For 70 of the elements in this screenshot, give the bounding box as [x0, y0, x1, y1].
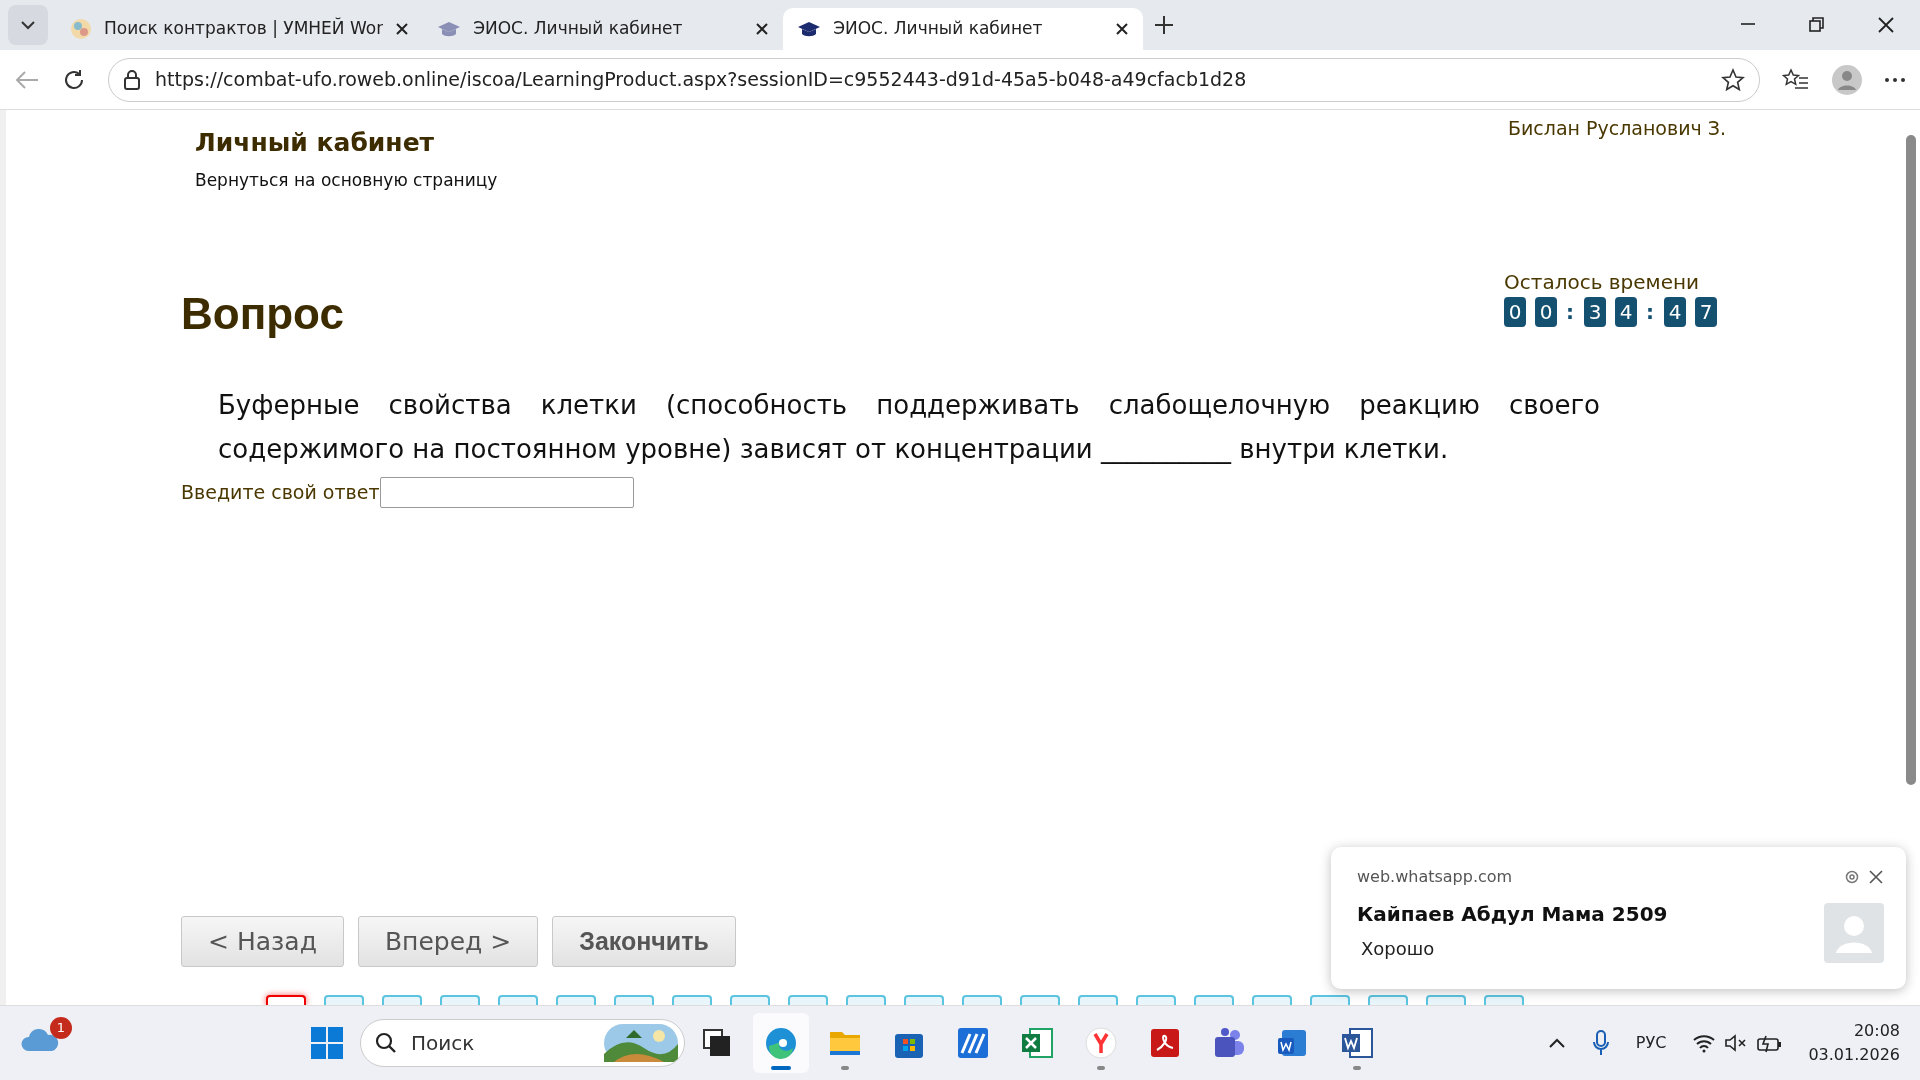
- graduation-cap-icon: [437, 20, 462, 38]
- clock-date[interactable]: 03.01.2026: [1808, 1043, 1900, 1067]
- user-name: Бислан Русланович З.: [1507, 116, 1726, 141]
- wifi-icon[interactable]: [1692, 1033, 1717, 1053]
- question-text: Буферные свойства клетки (способность поддерживать слабощелочную реакцию своего содержимого на постоянном уровне) зависят от концентрации __________ внутри клетки.: [218, 389, 1600, 466]
- microphone-icon[interactable]: [1591, 1030, 1610, 1056]
- timer-digit: 3: [1584, 297, 1606, 327]
- browser-tab[interactable]: ЭИОС. Личный кабинет: [783, 8, 1144, 50]
- notification-badge: 1: [50, 1016, 72, 1039]
- start-icon[interactable]: [310, 1026, 344, 1060]
- star-icon[interactable]: [1721, 67, 1745, 92]
- nav-button[interactable]: Закончить: [552, 916, 736, 967]
- lock-icon: [123, 68, 141, 91]
- avatar-icon: [1824, 903, 1884, 963]
- url-text: https://combat-ufo.roweb.online/iscoa/LearningProduct.aspx?sessionID=c9552443-d91d-45a5-b048-a49cfacb1d28: [155, 67, 1248, 93]
- back-link[interactable]: Вернуться на основную страницу: [195, 167, 498, 193]
- document-icon[interactable]: [1340, 1026, 1374, 1060]
- close-icon[interactable]: [1868, 869, 1884, 885]
- notification-source: web.whatsapp.com: [1357, 866, 1513, 888]
- speaker-muted-icon[interactable]: [1724, 1033, 1749, 1053]
- language-indicator[interactable]: РУС: [1635, 1031, 1667, 1055]
- nav-button[interactable]: Вперед >: [357, 916, 539, 967]
- timer-digit: 4: [1615, 297, 1637, 327]
- nav-button[interactable]: < Назад: [181, 916, 344, 967]
- new-tab-icon[interactable]: [1153, 14, 1176, 36]
- close-icon[interactable]: [1875, 15, 1896, 35]
- battery-icon[interactable]: [1756, 1033, 1783, 1053]
- scroll-thumb[interactable]: [1906, 135, 1916, 785]
- favorites-icon[interactable]: [1782, 67, 1810, 92]
- people-icon[interactable]: [1212, 1026, 1246, 1060]
- answer-label: Введите свой ответ: [181, 480, 380, 506]
- stripes-icon[interactable]: [956, 1026, 990, 1060]
- close-icon[interactable]: [755, 22, 770, 36]
- chevron-down-icon: [20, 20, 36, 30]
- back-arrow-icon[interactable]: [14, 68, 40, 91]
- answer-field[interactable]: [379, 477, 634, 508]
- cloud-icon[interactable]: [20, 1026, 60, 1053]
- close-icon[interactable]: [1115, 22, 1130, 36]
- graduation-cap-icon: [797, 20, 822, 38]
- timer-separator: :: [1566, 299, 1574, 326]
- spreadsheet-icon[interactable]: [1020, 1026, 1054, 1060]
- search-icon: [375, 1032, 397, 1054]
- more-icon[interactable]: [1884, 76, 1906, 83]
- profile-avatar-icon[interactable]: [1832, 64, 1862, 95]
- timer-digit: 4: [1664, 297, 1686, 327]
- notification-message: Хорошо: [1361, 937, 1436, 961]
- timer-digit: 0: [1535, 297, 1557, 327]
- question-tab[interactable]: [266, 995, 306, 1005]
- settings-icon[interactable]: [1844, 869, 1860, 885]
- swirl-icon[interactable]: [764, 1026, 798, 1060]
- timer-label: Осталось времени: [1504, 269, 1701, 296]
- browser-tab[interactable]: ЭИОС. Личный кабинет: [423, 8, 784, 50]
- logo-icon[interactable]: [1084, 1026, 1118, 1060]
- clock-time[interactable]: 20:08: [1808, 1019, 1900, 1043]
- restore-icon[interactable]: [1806, 15, 1827, 35]
- tab-list-button[interactable]: [8, 5, 48, 45]
- document-icon[interactable]: [1148, 1026, 1182, 1060]
- refresh-icon[interactable]: [62, 67, 86, 92]
- search-field[interactable]: Поиск: [360, 1019, 685, 1067]
- close-icon[interactable]: [395, 22, 410, 36]
- timer-separator: :: [1646, 299, 1654, 326]
- browser-tab[interactable]: Поиск контрактов | УМНЕЙ Wor: [56, 8, 424, 50]
- timer-digit: 7: [1695, 297, 1717, 327]
- chevron-up-icon[interactable]: [1547, 1037, 1566, 1049]
- globe-icon: [70, 18, 92, 40]
- search-placeholder: Поиск: [411, 1030, 476, 1057]
- page-title: Личный кабинет: [195, 127, 436, 159]
- question-heading: Вопрос: [181, 288, 344, 341]
- notification-title: Кайпаев Абдул Мама 2509: [1357, 901, 1669, 928]
- timer-digit: 0: [1504, 297, 1526, 327]
